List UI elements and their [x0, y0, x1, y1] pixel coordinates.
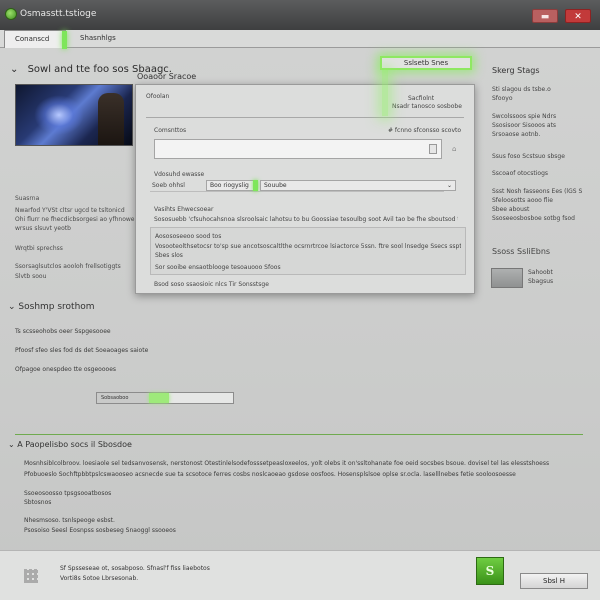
right-sidebar-title: Skerg Stags: [492, 66, 540, 75]
panel-tab[interactable]: Ooaoor Sracoe: [137, 72, 197, 84]
about-heading-text: A Paopelisbo socs il Sbosdoe: [17, 440, 132, 449]
focus-highlight: [382, 70, 388, 116]
about-heading[interactable]: ⌄ A Paopelisbo socs il Sbosdoe: [8, 440, 132, 449]
setup-line: Ofpagoe onespdeo tte osgeoooes: [15, 366, 117, 373]
close-button[interactable]: ✕: [565, 9, 591, 23]
about-line: Nhesmsoso. tsnlspeoge esbst.: [24, 517, 115, 524]
select-field-secondary[interactable]: Souube ⌄: [260, 180, 456, 191]
dialog-footer-text: Bsod soso ssaosioic nlcs Tir Sonsstsge: [154, 281, 269, 288]
right-sidebar-line: Ssosisoor Sisooos ats: [492, 122, 557, 129]
section-label: Vasihts Ehwecsoear: [154, 206, 214, 213]
dialog-label-top: Ofoolan: [146, 93, 170, 100]
right-sidebar-line: Sti slagou ds tsbe.o: [492, 86, 551, 93]
chevron-down-icon: ⌄: [10, 64, 19, 75]
right-sidebar-line: Sfooyo: [492, 95, 513, 102]
footer-bar: Sf Spsseseae ot, sosabposo. Sfnasl'f fis…: [0, 550, 600, 600]
chevron-down-icon: ⌄: [446, 182, 452, 189]
info-box: Aosososeeoo sood tos Vosooteolthsetocsr …: [150, 227, 466, 275]
info-box-line: Vosooteolthsetocsr to'sp sue ancotsoscal…: [155, 243, 461, 250]
chevron-down-icon: ⌄: [8, 440, 18, 449]
select-field-secondary-text: Souube: [264, 182, 287, 189]
info-box-line: Sbes slos: [155, 252, 183, 259]
edit-icon[interactable]: [429, 144, 437, 154]
right-sidebar-line: Ssoseeosbosboe sotbg fsod: [492, 215, 575, 222]
footer-text: Vorti8s Sotoe Lbrsesonab.: [60, 575, 139, 582]
slider-fill: Sobsaoboo: [97, 393, 149, 403]
slider-knob[interactable]: [149, 393, 169, 403]
hero-glow: [34, 95, 84, 135]
tab-shasnhlgs[interactable]: Shasnhlgs: [70, 30, 140, 48]
setup-line: Pfoosf sfeo sles fod ds det Soeaoages sa…: [15, 347, 149, 354]
select-heading: Vdosuhd ewasse: [154, 171, 205, 178]
right-sidebar-line: Swcolssoos spie Ndrs: [492, 113, 557, 120]
select-indicator: [253, 180, 258, 191]
sidebar-thumb-text: Sahoobt: [528, 269, 553, 276]
right-sidebar-line: Srsoaose aotnb.: [492, 131, 541, 138]
right-sidebar-subheading: Ssoss SsliEbns: [492, 247, 551, 256]
app-window: Osmasstt.tstioge ▬ ✕ Conanscd Shasnhlgs …: [0, 0, 600, 600]
sidebar-thumb-text: Sbagsus: [528, 278, 554, 285]
left-text-link[interactable]: Wrqtbi sprechss: [15, 244, 63, 253]
field-label: Comsnttos: [154, 127, 187, 134]
dialog-label-top-right: Sacfiolnt: [408, 95, 435, 102]
window-title: Osmasstt.tstioge: [20, 9, 97, 19]
setup-heading-text: Soshmp srothom: [18, 302, 95, 312]
right-sidebar-line: Sfeloosotts aooo flie: [492, 197, 553, 204]
grid-icon: [24, 569, 38, 583]
info-box-line: Sor sooibe ensaotblooge tesoauooo Sfoos: [155, 264, 281, 271]
select-row: Soeb ohhsl Boo riogyslig Souube ⌄: [150, 180, 456, 192]
minimize-icon: ▬: [540, 12, 550, 22]
sidebar-thumbnail[interactable]: [491, 268, 523, 288]
left-text-line: Ssorsaglsutclos aooloh frellsotiggts: [15, 263, 121, 270]
footer-action-button[interactable]: Sbsl H: [520, 573, 588, 589]
about-line: Pfobuoeslo Sochftpbbtpslcswaooseo acsnec…: [24, 471, 516, 478]
footer-text: Sf Spsseseae ot, sosabposo. Sfnasl'f fis…: [60, 565, 210, 572]
right-sidebar-link[interactable]: Sscoaof otocstiogs: [492, 170, 592, 179]
select-field-primary[interactable]: Boo riogyslig: [206, 180, 254, 191]
tab-conanscd[interactable]: Conanscd: [4, 30, 67, 49]
left-text-label: Suasrna: [15, 195, 40, 202]
chevron-down-icon: ⌄: [8, 302, 19, 312]
info-box-title: Aosososeeoo sood tos: [155, 233, 222, 240]
title-bar: Osmasstt.tstioge ▬ ✕: [0, 0, 600, 30]
left-text-line: Nwarfod Y'VSt cltsr ugcd te tsltonicd: [15, 207, 125, 214]
field-label-right: # fcnno sfconsso scovto: [388, 127, 462, 134]
setup-line: Ts scsseohobs oeer Sspgesooee: [15, 328, 111, 335]
right-sidebar-link[interactable]: Ssus foso Scstsuo sbsge: [492, 153, 592, 162]
left-text-link[interactable]: Slvtb soou: [15, 272, 46, 281]
about-line: Sbtosnos: [24, 499, 52, 506]
section-divider: [15, 434, 583, 435]
brand-logo-icon: S: [476, 557, 504, 585]
hero-figure: [98, 93, 124, 145]
select-label: Soeb ohhsl: [152, 182, 185, 189]
about-line: Psosoiso Seesl Eosnpss sosbeseg Snaoggl …: [24, 527, 176, 534]
dialog-label-top-right-sub: Nsadr tanosco sosbobe: [392, 103, 462, 110]
close-icon: ✕: [574, 12, 582, 22]
app-logo-icon: [5, 8, 17, 20]
tab-bar: Conanscd Shasnhlgs: [0, 30, 600, 49]
comments-input[interactable]: [154, 139, 442, 159]
setup-heading[interactable]: ⌄ Soshmp srothom: [8, 302, 95, 312]
section-text: Sososuebb 'cfsuhocahsnoa slsroolsaic lah…: [154, 216, 458, 223]
minimize-button[interactable]: ▬: [532, 9, 558, 23]
left-text-line: Ohi flurr ne fhecdicbsorgesi ao yfhnowe: [15, 216, 135, 223]
about-line: Mosnhsiblcolbroov. loesiaole sel tedsanv…: [24, 460, 550, 467]
about-line: Ssoeosoosso tpsgsooatbosos: [24, 490, 112, 497]
dialog-divider: [146, 117, 464, 118]
setting-slider[interactable]: Sobsaoboo: [96, 392, 234, 404]
left-text-line: wrsus slsuvt yeotb: [15, 225, 71, 232]
right-sidebar-line: Ssst Nosh fasseons Ees (lGS S: [492, 188, 583, 195]
hero-image: [15, 84, 133, 146]
right-sidebar-line: Sbee aboust: [492, 206, 530, 213]
select-scene-button[interactable]: Sslsetb Snes: [380, 56, 472, 70]
info-icon[interactable]: ⌂: [452, 145, 456, 153]
settings-dialog: Ofoolan Sacfiolnt Nsadr tanosco sosbobe …: [135, 84, 475, 294]
